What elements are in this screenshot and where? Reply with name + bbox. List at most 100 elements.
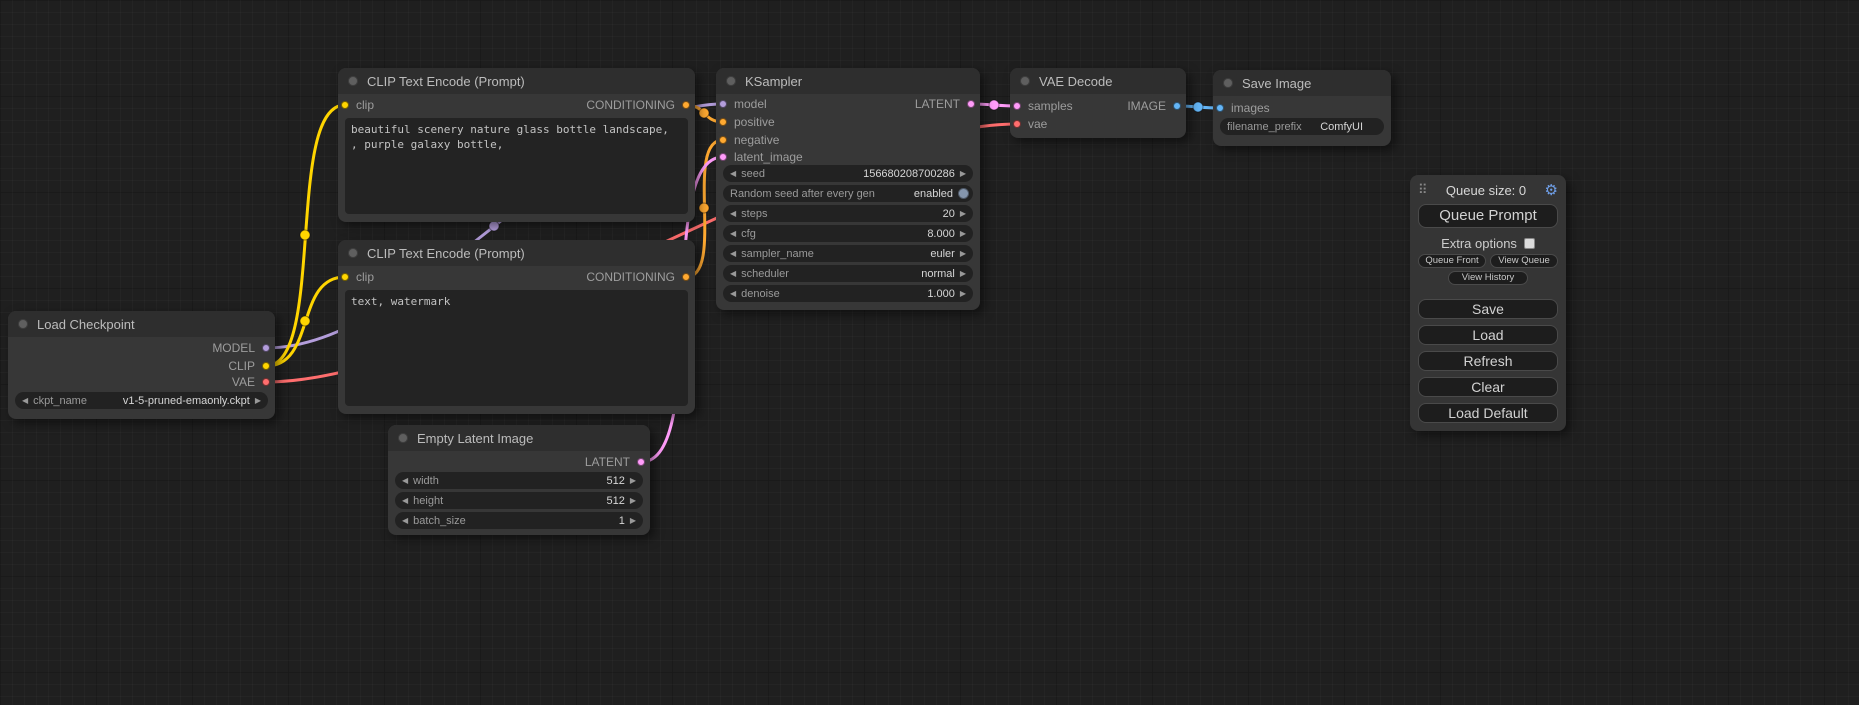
positive-prompt-textarea[interactable]: beautiful scenery nature glass bottle la…: [345, 118, 688, 214]
decrement-arrow-icon[interactable]: ◀: [730, 210, 736, 218]
increment-arrow-icon[interactable]: ▶: [960, 290, 966, 298]
slot-label-model: MODEL: [212, 341, 255, 355]
decrement-arrow-icon[interactable]: ◀: [402, 497, 408, 505]
negative-prompt-textarea[interactable]: text, watermark: [345, 290, 688, 406]
slot-row-latent-image-input: latent_image: [716, 148, 980, 166]
node-save-image[interactable]: Save Image images filename_prefix ComfyU…: [1213, 70, 1391, 146]
widget-label: filename_prefix: [1227, 121, 1302, 133]
increment-arrow-icon[interactable]: ▶: [630, 497, 636, 505]
widget-label: cfg: [741, 228, 756, 240]
collapse-dot-icon[interactable]: [398, 433, 408, 443]
decrement-arrow-icon[interactable]: ◀: [730, 170, 736, 178]
increment-arrow-icon[interactable]: ▶: [960, 230, 966, 238]
widget-ckpt-name[interactable]: ◀ ckpt_name v1-5-pruned-emaonly.ckpt ▶: [15, 392, 268, 409]
decrement-arrow-icon[interactable]: ◀: [730, 290, 736, 298]
node-clip-text-encode-positive[interactable]: CLIP Text Encode (Prompt) clip CONDITION…: [338, 68, 695, 222]
collapse-dot-icon[interactable]: [1223, 78, 1233, 88]
extra-options-checkbox[interactable]: [1524, 238, 1535, 249]
view-queue-button[interactable]: View Queue: [1490, 254, 1558, 268]
widget-denoise[interactable]: ◀ denoise 1.000 ▶: [723, 285, 973, 302]
input-dot-latent-image[interactable]: [719, 153, 727, 161]
node-title-bar[interactable]: Load Checkpoint: [8, 311, 275, 337]
input-dot-positive[interactable]: [719, 118, 727, 126]
input-dot-images[interactable]: [1216, 104, 1224, 112]
node-ksampler[interactable]: KSampler model positive negative latent_…: [716, 68, 980, 310]
increment-arrow-icon[interactable]: ▶: [630, 517, 636, 525]
input-dot-vae[interactable]: [1013, 120, 1021, 128]
input-dot-negative[interactable]: [719, 136, 727, 144]
widget-cfg[interactable]: ◀ cfg 8.000 ▶: [723, 225, 973, 242]
widget-seed[interactable]: ◀ seed 156680208700286 ▶: [723, 165, 973, 182]
increment-arrow-icon[interactable]: ▶: [960, 210, 966, 218]
node-title-bar[interactable]: CLIP Text Encode (Prompt): [338, 240, 695, 266]
output-dot-conditioning[interactable]: [682, 273, 690, 281]
decrement-arrow-icon[interactable]: ◀: [402, 477, 408, 485]
node-title: VAE Decode: [1039, 74, 1112, 89]
output-dot-conditioning[interactable]: [682, 101, 690, 109]
widget-label: scheduler: [741, 268, 789, 280]
slot-row-latent-output: LATENT: [388, 453, 650, 471]
widget-sampler-name[interactable]: ◀ sampler_name euler ▶: [723, 245, 973, 262]
queue-size-label: Queue size: 0: [1428, 183, 1545, 198]
collapse-dot-icon[interactable]: [348, 76, 358, 86]
widget-value: euler: [930, 248, 954, 260]
load-button[interactable]: Load: [1418, 325, 1558, 345]
decrement-arrow-icon[interactable]: ◀: [402, 517, 408, 525]
collapse-dot-icon[interactable]: [726, 76, 736, 86]
node-title-bar[interactable]: Empty Latent Image: [388, 425, 650, 451]
node-clip-text-encode-negative[interactable]: CLIP Text Encode (Prompt) clip CONDITION…: [338, 240, 695, 414]
wire-cond-negative-midpoint-dot: [699, 203, 709, 213]
increment-arrow-icon[interactable]: ▶: [960, 250, 966, 258]
decrement-arrow-icon[interactable]: ◀: [730, 230, 736, 238]
collapse-dot-icon[interactable]: [1020, 76, 1030, 86]
increment-arrow-icon[interactable]: ▶: [255, 397, 261, 405]
slot-label-conditioning: CONDITIONING: [586, 270, 675, 284]
output-dot-model[interactable]: [262, 344, 270, 352]
wire-clip-negative-midpoint-dot: [300, 316, 310, 326]
wire-latent2-midpoint-dot: [989, 100, 999, 110]
slot-label-conditioning: CONDITIONING: [586, 98, 675, 112]
node-empty-latent-image[interactable]: Empty Latent Image LATENT ◀ width 512 ▶ …: [388, 425, 650, 535]
node-load-checkpoint[interactable]: Load Checkpoint MODEL CLIP VAE ◀ ckpt_na…: [8, 311, 275, 419]
node-vae-decode[interactable]: VAE Decode samples vae IMAGE: [1010, 68, 1186, 138]
output-dot-clip[interactable]: [262, 362, 270, 370]
decrement-arrow-icon[interactable]: ◀: [730, 250, 736, 258]
widget-filename-prefix[interactable]: filename_prefix ComfyUI: [1220, 118, 1384, 135]
node-title-bar[interactable]: VAE Decode: [1010, 68, 1186, 94]
widget-label: sampler_name: [741, 248, 814, 260]
output-dot-vae[interactable]: [262, 378, 270, 386]
node-title-bar[interactable]: Save Image: [1213, 70, 1391, 96]
output-dot-latent[interactable]: [637, 458, 645, 466]
node-title-bar[interactable]: KSampler: [716, 68, 980, 94]
widget-height[interactable]: ◀ height 512 ▶: [395, 492, 643, 509]
clear-button[interactable]: Clear: [1418, 377, 1558, 397]
output-dot-image[interactable]: [1173, 102, 1181, 110]
refresh-button[interactable]: Refresh: [1418, 351, 1558, 371]
decrement-arrow-icon[interactable]: ◀: [22, 397, 28, 405]
drag-handle-icon[interactable]: ⠿: [1418, 182, 1428, 198]
graph-canvas[interactable]: Load Checkpoint MODEL CLIP VAE ◀ ckpt_na…: [0, 0, 1859, 705]
collapse-dot-icon[interactable]: [18, 319, 28, 329]
decrement-arrow-icon[interactable]: ◀: [730, 270, 736, 278]
queue-front-button[interactable]: Queue Front: [1418, 254, 1486, 268]
widget-width[interactable]: ◀ width 512 ▶: [395, 472, 643, 489]
collapse-dot-icon[interactable]: [348, 248, 358, 258]
widget-value: 1: [619, 515, 625, 527]
settings-gear-icon[interactable]: ⚙: [1545, 181, 1558, 199]
toggle-knob-icon[interactable]: [958, 188, 969, 199]
widget-steps[interactable]: ◀ steps 20 ▶: [723, 205, 973, 222]
increment-arrow-icon[interactable]: ▶: [630, 477, 636, 485]
output-dot-latent[interactable]: [967, 100, 975, 108]
widget-scheduler[interactable]: ◀ scheduler normal ▶: [723, 265, 973, 282]
save-button[interactable]: Save: [1418, 299, 1558, 319]
widget-random-seed-toggle[interactable]: Random seed after every gen enabled: [723, 185, 973, 202]
increment-arrow-icon[interactable]: ▶: [960, 170, 966, 178]
node-title: Empty Latent Image: [417, 431, 533, 446]
load-default-button[interactable]: Load Default: [1418, 403, 1558, 423]
node-title-bar[interactable]: CLIP Text Encode (Prompt): [338, 68, 695, 94]
queue-prompt-button[interactable]: Queue Prompt: [1418, 204, 1558, 228]
widget-batch-size[interactable]: ◀ batch_size 1 ▶: [395, 512, 643, 529]
view-history-button[interactable]: View History: [1448, 271, 1528, 285]
slot-row-positive-input: positive: [716, 113, 980, 131]
increment-arrow-icon[interactable]: ▶: [960, 270, 966, 278]
